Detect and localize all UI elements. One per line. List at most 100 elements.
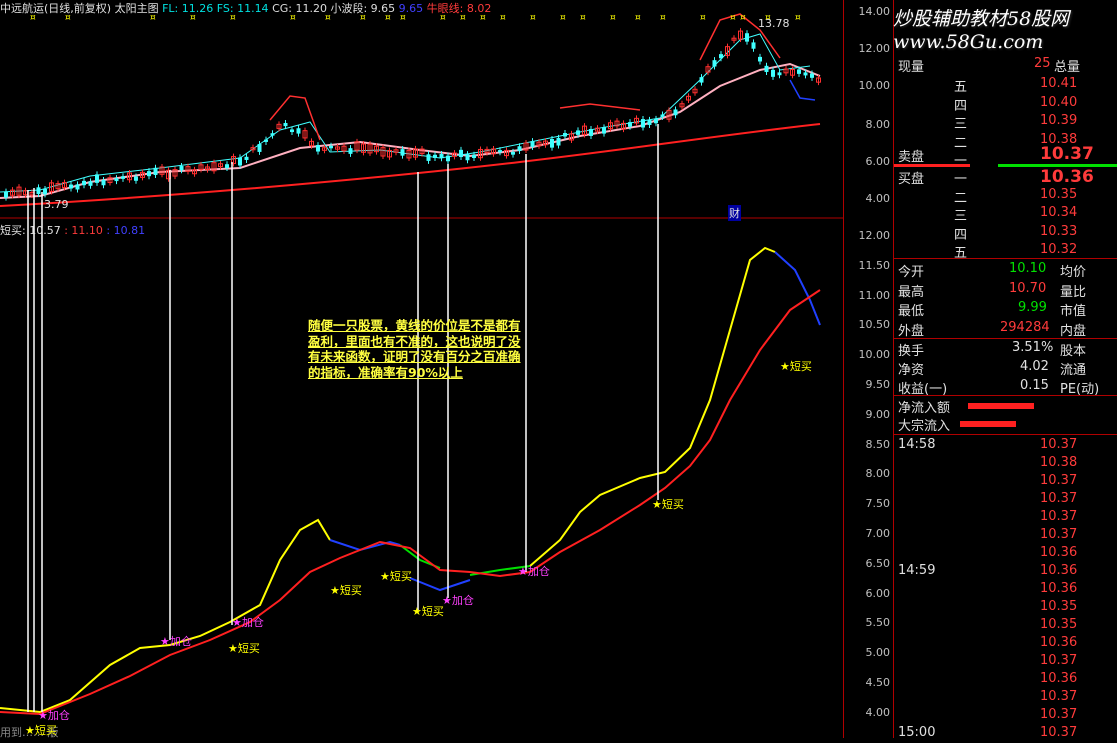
stat-value: 294284 xyxy=(1000,319,1050,335)
candle-down xyxy=(400,149,405,156)
lower-axis-tick: 9.00 xyxy=(865,407,891,421)
signal-label: ★加仓 xyxy=(442,594,474,607)
upper-axis-tick: 12.00 xyxy=(858,42,891,55)
signal-label: ★短买 xyxy=(652,498,684,511)
buy-level-label: 四 xyxy=(954,227,968,243)
candle-down xyxy=(550,139,554,148)
tick-price: 10.36 xyxy=(1040,671,1078,686)
candle-down xyxy=(797,69,801,74)
candle-down xyxy=(771,69,775,77)
tick-price: 10.37 xyxy=(1040,473,1078,488)
tick-price: 10.35 xyxy=(1040,617,1078,632)
candle-down xyxy=(810,73,814,78)
lower-axis-tick: 5.50 xyxy=(865,616,891,630)
candle-down xyxy=(264,139,268,142)
tick-price: 10.36 xyxy=(1040,635,1078,650)
price-axis: 14.00 12.00 10.00 8.00 6.00 4.00 12.00 11.50 11.… xyxy=(843,0,894,738)
candle-down xyxy=(511,151,515,155)
upper-pane xyxy=(0,13,821,207)
stat-row: 今开 10.10 均价 xyxy=(894,261,1117,280)
candle-down xyxy=(147,171,151,177)
stat-label: 外盘 xyxy=(898,323,925,339)
top-marker-icon: ¤ xyxy=(660,13,666,23)
sell-level-label: 一 xyxy=(954,154,968,169)
tick-row: 10.37 xyxy=(894,509,1117,527)
top-marker-icon: ¤ xyxy=(560,13,566,23)
candle-down xyxy=(517,146,522,151)
signal-label: ★短买 xyxy=(380,570,412,583)
flow1-label: 净流入额 xyxy=(898,401,951,416)
divider-4 xyxy=(894,434,1117,435)
candle-down xyxy=(225,164,229,169)
candle-down xyxy=(134,176,138,181)
candle-down xyxy=(82,180,86,186)
zongliang-label: 总量 xyxy=(1054,60,1081,75)
candle-down xyxy=(602,127,606,134)
buy-row: 三 10.34 xyxy=(894,205,1117,224)
tick-price: 10.37 xyxy=(1040,437,1078,452)
yellow-line-1 xyxy=(0,518,331,714)
candle-down xyxy=(530,141,535,147)
buy-level-price: 10.32 xyxy=(1040,242,1078,257)
candle-down xyxy=(426,154,431,161)
candle-down xyxy=(329,145,333,149)
top-marker-icon: ¤ xyxy=(700,13,706,23)
bull-line-value: 牛眼线: 8.02 xyxy=(426,2,492,15)
sell-level-price: 10.41 xyxy=(1040,76,1078,91)
tick-price: 10.36 xyxy=(1040,545,1078,560)
stat-row: 外盘 294284 内盘 xyxy=(894,319,1117,339)
tick-row: 10.35 xyxy=(894,617,1117,635)
signal-label: ★加仓 xyxy=(38,709,70,722)
candle-down xyxy=(270,133,275,136)
stock-title[interactable]: 中远航运(日线,前复权) xyxy=(0,2,111,15)
tick-row: 10.36 xyxy=(894,635,1117,653)
candle-down xyxy=(556,137,561,146)
tick-price: 10.37 xyxy=(1040,653,1078,668)
flow2-bar xyxy=(960,421,1016,427)
candle-down xyxy=(433,154,437,158)
tick-row: 10.37 xyxy=(894,689,1117,707)
signal-label: ★加仓 xyxy=(518,565,550,578)
tick-row: 10.36 xyxy=(894,581,1117,599)
signal-label: ★短买 xyxy=(25,724,57,737)
candle-down xyxy=(589,129,593,136)
stat-value: 10.70 xyxy=(1009,280,1047,296)
upper-axis-tick: 8.00 xyxy=(865,118,891,131)
sell-level-label: 五 xyxy=(954,80,968,95)
candle-down xyxy=(472,154,476,159)
xianliang-value: 25 xyxy=(1034,56,1051,71)
tick-row: 10.36 xyxy=(894,545,1117,563)
sell-level-price: 10.40 xyxy=(1040,94,1078,110)
stat-row: 最高 10.70 量比 xyxy=(894,280,1117,300)
lower-axis-tick: 12.00 xyxy=(858,229,891,242)
tick-row: 10.37 xyxy=(894,707,1117,725)
candle-down xyxy=(641,119,645,128)
candle-down xyxy=(283,122,288,127)
signal-label: ★加仓 xyxy=(160,635,192,648)
tick-price: 10.36 xyxy=(1040,563,1078,578)
flow1-bar xyxy=(968,403,1034,409)
stat-right-label: 量比 xyxy=(1060,284,1087,300)
lower-axis-tick: 11.00 xyxy=(858,288,891,302)
tick-price: 10.37 xyxy=(1040,527,1078,542)
candle-down xyxy=(4,191,8,198)
candle-down xyxy=(75,184,80,190)
candle-down xyxy=(498,150,502,153)
lower-axis-tick: 11.50 xyxy=(858,258,891,272)
candle-down xyxy=(712,60,717,67)
stat2-right-label: 流通 xyxy=(1060,363,1087,378)
tick-row: 10.36 xyxy=(894,563,1117,581)
top-marker-icon: ¤ xyxy=(500,13,506,23)
high-price-label: 13.78 xyxy=(758,17,790,30)
signal-label: ★短买 xyxy=(412,605,444,618)
buy-level-price: 10.35 xyxy=(1040,186,1078,202)
candle-down xyxy=(758,56,762,62)
sub-v3: : 10.81 xyxy=(106,224,146,237)
stat-label: 最低 xyxy=(898,304,925,319)
finance-marker[interactable]: 财 xyxy=(728,205,741,221)
buy-row: 四 10.33 xyxy=(894,224,1117,243)
lower-axis-tick: 4.00 xyxy=(865,705,891,719)
stat2-value: 3.51% xyxy=(1012,340,1054,355)
stat2-label: 净资 xyxy=(898,363,925,378)
candle-down xyxy=(764,65,769,72)
